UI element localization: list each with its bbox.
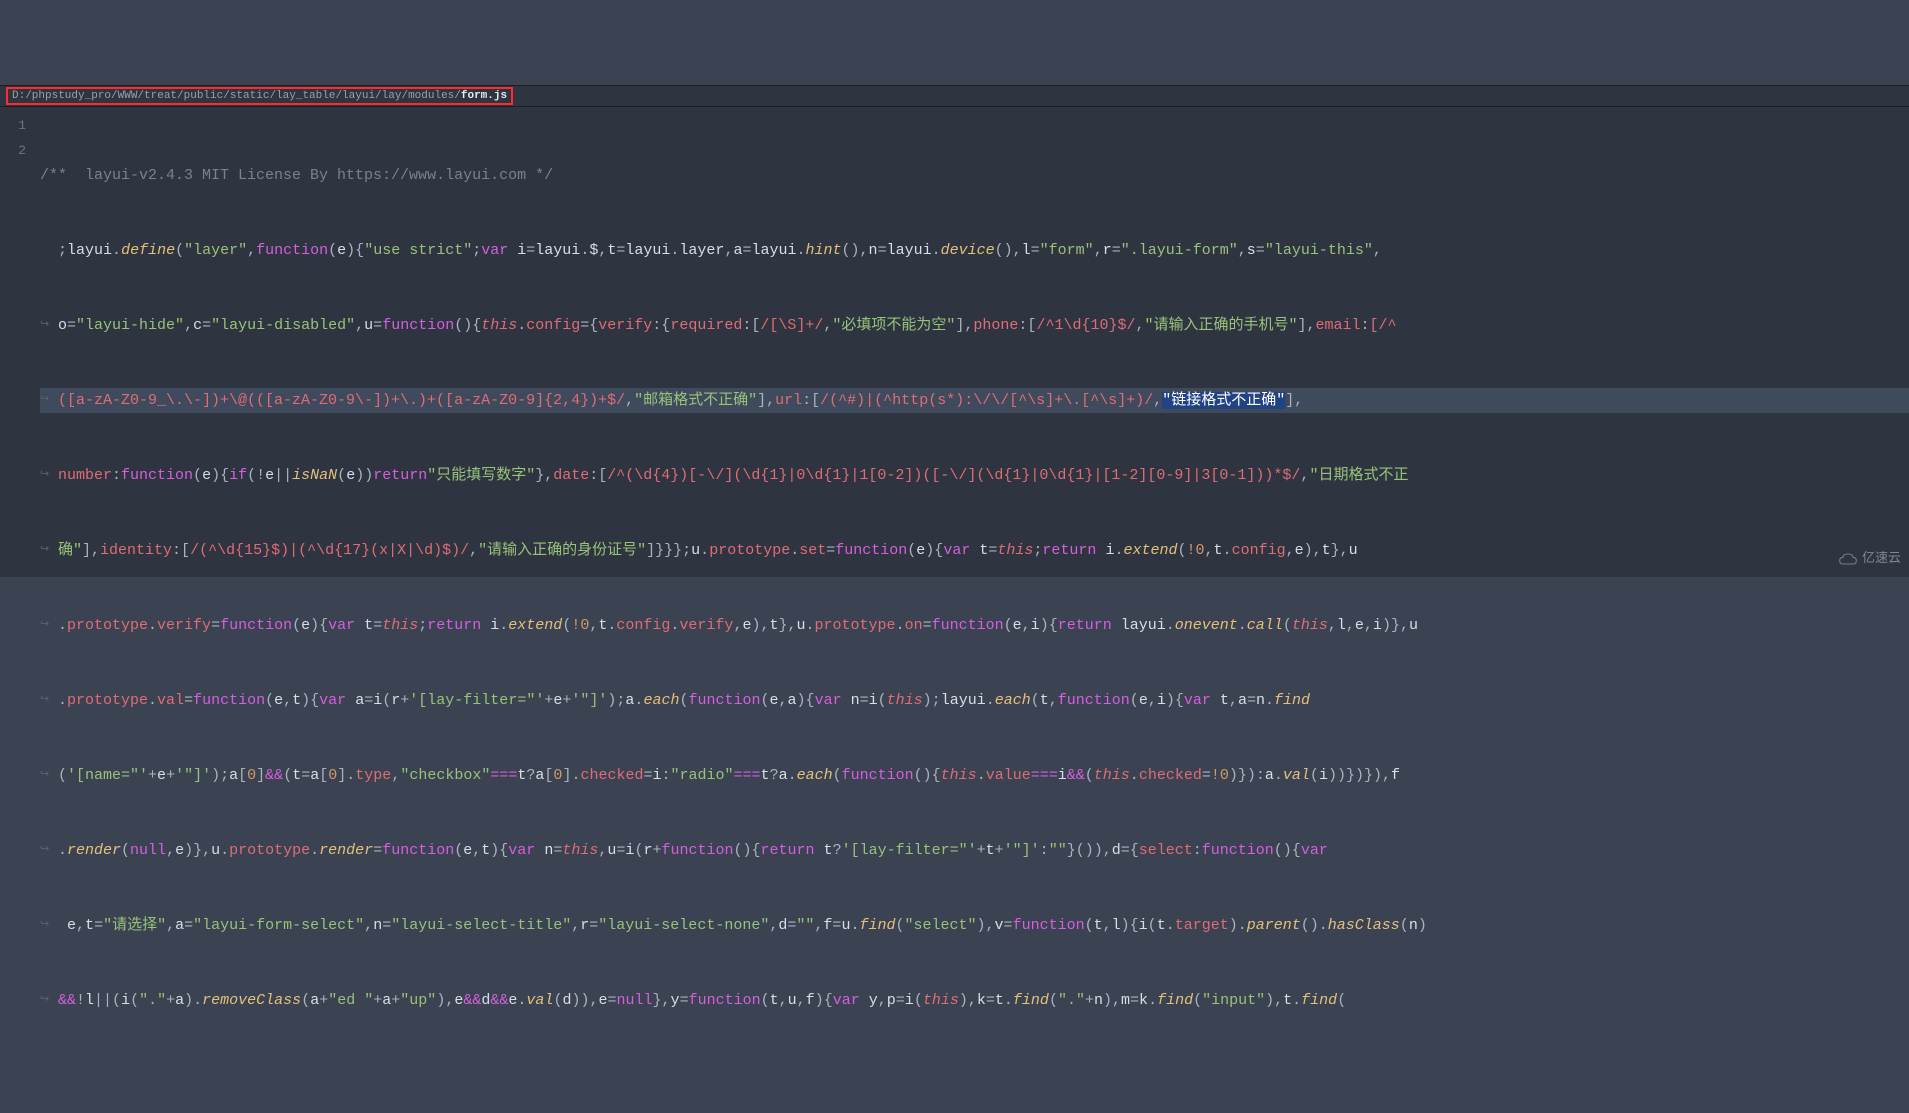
wrap-arrow-icon: ↪	[40, 613, 49, 638]
wrap-arrow-icon: ↪	[40, 838, 49, 863]
code-line: ↪('[name="'+e+'"]');a[0]&&(t=a[0].type,"…	[40, 763, 1909, 788]
code-line: ;layui.define("layer",function(e){"use s…	[40, 238, 1909, 263]
editor-top-area	[0, 0, 1909, 85]
breadcrumb-path-box[interactable]: D:/phpstudy_pro/WWW/treat/public/static/…	[6, 87, 513, 105]
wrap-arrow-icon: ↪	[40, 763, 49, 788]
code-line: ↪number:function(e){if(!e||isNaN(e))retu…	[40, 463, 1909, 488]
code-line-highlighted: ↪([a-zA-Z0-9_\.\-])+\@(([a-zA-Z0-9\-])+\…	[40, 388, 1909, 413]
line-number: 2	[0, 138, 26, 163]
wrap-arrow-icon: ↪	[40, 388, 49, 413]
wrap-arrow-icon: ↪	[40, 313, 49, 338]
breadcrumb-bar: D:/phpstudy_pro/WWW/treat/public/static/…	[0, 85, 1909, 107]
line-number: 1	[0, 113, 26, 138]
watermark-text: 亿速云	[1862, 546, 1901, 571]
breadcrumb-file: form.js	[461, 90, 507, 102]
code-editor[interactable]: 1 2 /** layui-v2.4.3 MIT License By http…	[0, 107, 1909, 577]
selected-text: "链接格式不正确"	[1162, 392, 1285, 409]
code-line: ↪确"],identity:[/(^\d{15}$)|(^\d{17}(x|X|…	[40, 538, 1909, 563]
code-line: ↪o="layui-hide",c="layui-disabled",u=fun…	[40, 313, 1909, 338]
watermark: 亿速云	[1838, 546, 1901, 571]
wrap-arrow-icon: ↪	[40, 688, 49, 713]
code-line: ↪.prototype.val=function(e,t){var a=i(r+…	[40, 688, 1909, 713]
code-area[interactable]: /** layui-v2.4.3 MIT License By https://…	[34, 107, 1909, 577]
wrap-arrow-icon: ↪	[40, 463, 49, 488]
code-line: ↪ e,t="请选择",a="layui-form-select",n="lay…	[40, 913, 1909, 938]
code-line: ↪.prototype.verify=function(e){var t=thi…	[40, 613, 1909, 638]
wrap-arrow-icon: ↪	[40, 538, 49, 563]
cloud-icon	[1838, 552, 1858, 566]
line-gutter: 1 2	[0, 107, 34, 577]
code-line: ↪&&!l||(i("."+a).removeClass(a+"ed "+a+"…	[40, 988, 1909, 1013]
wrap-arrow-icon: ↪	[40, 913, 49, 938]
code-line: /** layui-v2.4.3 MIT License By https://…	[40, 163, 1909, 188]
code-line: ↪.render(null,e)},u.prototype.render=fun…	[40, 838, 1909, 863]
breadcrumb-path: D:/phpstudy_pro/WWW/treat/public/static/…	[12, 90, 461, 102]
wrap-arrow-icon: ↪	[40, 988, 49, 1013]
